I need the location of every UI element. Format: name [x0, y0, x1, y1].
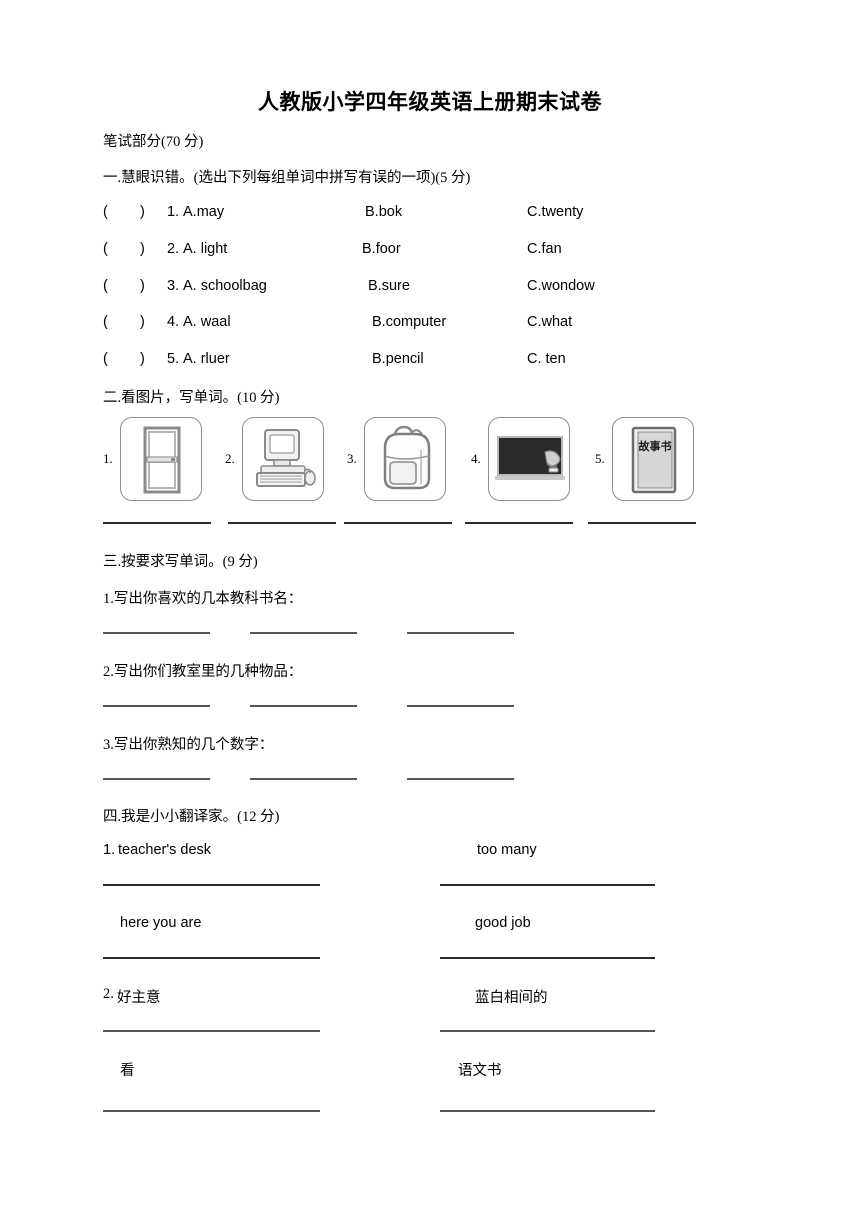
translate-term-good-idea: 好主意 [117, 990, 161, 1006]
blackboard-icon [495, 436, 565, 480]
translate-term-too-many: too many [477, 842, 537, 858]
mc-number-3: 3. [167, 278, 180, 294]
picture-item-5: 5. 故事书 [595, 415, 711, 505]
mc-option-b-1[interactable]: B.bok [365, 203, 402, 221]
picture-box-4 [488, 417, 570, 501]
translate-term-teachers-desk: teacher's desk [118, 842, 212, 858]
section-three-blank-3-1[interactable] [103, 778, 210, 780]
mc-number-5: 5. [167, 351, 180, 367]
translate-answer-blank-2[interactable] [440, 884, 655, 886]
mc-bracket-1[interactable]: ( ) [103, 203, 145, 221]
mc-option-a-4[interactable]: A. waal [183, 313, 231, 331]
page-title: 人教版小学四年级英语上册期末试卷 [258, 90, 602, 114]
mc-option-b-2[interactable]: B.foor [362, 240, 401, 258]
exam-paper-page: 人教版小学四年级英语上册期末试卷 笔试部分(70 分) 一.慧眼识错。(选出下列… [0, 0, 860, 1217]
picture-number-4: 4. [471, 451, 481, 466]
picture-box-3 [364, 417, 446, 501]
picture-box-1 [120, 417, 202, 501]
computer-icon [256, 429, 316, 487]
section-two-heading: 二.看图片，写单词。(10 分) [103, 390, 280, 406]
mc-number-4: 4. [167, 314, 180, 330]
schoolbag-icon [383, 425, 431, 490]
translate-term-chinese-book: 语文书 [458, 1063, 502, 1079]
section-three-blank-1-3[interactable] [407, 632, 514, 634]
section-three-blank-2-2[interactable] [250, 705, 357, 707]
mc-number-2: 2. [167, 241, 180, 257]
section-three-prompt-2: 2.写出你们教室里的几种物品： [103, 664, 303, 680]
mc-option-a-1[interactable]: A.may [183, 203, 224, 221]
picture-item-1: 1. [103, 415, 219, 505]
section-three-blank-1-2[interactable] [250, 632, 357, 634]
mc-option-b-4[interactable]: B.computer [372, 313, 446, 331]
translate-number-2: 2. [103, 986, 114, 1002]
translate-answer-blank-8[interactable] [440, 1110, 655, 1112]
picture-box-5: 故事书 [612, 417, 694, 501]
picture-item-2: 2. [225, 415, 341, 505]
translate-term-blue-and-white: 蓝白相间的 [475, 990, 548, 1006]
translate-term-here-you-are: here you are [120, 915, 202, 931]
mc-option-c-2[interactable]: C.fan [527, 240, 562, 258]
picture-number-1: 1. [103, 451, 113, 466]
picture-number-2: 2. [225, 451, 235, 466]
mc-option-c-4[interactable]: C.what [527, 313, 572, 331]
picture-number-3: 3. [347, 451, 357, 466]
section-three-blank-1-1[interactable] [103, 632, 210, 634]
mc-bracket-5[interactable]: ( ) [103, 350, 145, 368]
section-four-heading: 四.我是小小翻译家。(12 分) [103, 809, 280, 825]
picture-answer-blank-5[interactable] [588, 522, 696, 524]
picture-item-4: 4. [471, 415, 587, 505]
mc-option-c-3[interactable]: C.wondow [527, 277, 595, 295]
mc-option-a-5[interactable]: A. rluer [183, 350, 230, 368]
translate-number-1: 1. [103, 842, 116, 858]
picture-box-2 [242, 417, 324, 501]
translate-answer-blank-5[interactable] [103, 1030, 320, 1032]
mc-bracket-2[interactable]: ( ) [103, 240, 145, 258]
picture-answer-blank-3[interactable] [344, 522, 452, 524]
storybook-icon: 故事书 [631, 426, 677, 494]
section-three-prompt-3: 3.写出你熟知的几个数字： [103, 737, 274, 753]
picture-question-row: 1. 2. 3. 4. 5. 故事书 [103, 415, 723, 505]
section-three-blank-3-3[interactable] [407, 778, 514, 780]
section-three-blank-3-2[interactable] [250, 778, 357, 780]
translate-answer-blank-7[interactable] [103, 1110, 320, 1112]
mc-bracket-3[interactable]: ( ) [103, 277, 145, 295]
picture-answer-blank-4[interactable] [465, 522, 573, 524]
translate-term-good-job: good job [475, 915, 531, 931]
translate-answer-blank-4[interactable] [440, 957, 655, 959]
translate-answer-blank-6[interactable] [440, 1030, 655, 1032]
translate-answer-blank-3[interactable] [103, 957, 320, 959]
mc-option-c-5[interactable]: C. ten [527, 350, 566, 368]
picture-answer-blank-2[interactable] [228, 522, 336, 524]
translate-term-look: 看 [120, 1063, 135, 1079]
picture-answer-blank-1[interactable] [103, 522, 211, 524]
section-one-heading: 一.慧眼识错。(选出下列每组单词中拼写有误的一项)(5 分) [103, 170, 471, 186]
written-part-subtitle: 笔试部分(70 分) [103, 134, 204, 150]
mc-option-a-3[interactable]: A. schoolbag [183, 277, 267, 295]
section-three-blank-2-1[interactable] [103, 705, 210, 707]
picture-number-5: 5. [595, 451, 605, 466]
translate-answer-blank-1[interactable] [103, 884, 320, 886]
section-three-prompt-1: 1.写出你喜欢的几本教科书名： [103, 591, 303, 607]
section-three-heading: 三.按要求写单词。(9 分) [103, 554, 258, 570]
mc-number-1: 1. [167, 204, 180, 220]
mc-bracket-4[interactable]: ( ) [103, 313, 145, 331]
mc-option-b-5[interactable]: B.pencil [372, 350, 424, 368]
picture-item-3: 3. [347, 415, 463, 505]
storybook-cover-text: 故事书 [639, 439, 672, 453]
section-three-blank-2-3[interactable] [407, 705, 514, 707]
window-icon [143, 426, 181, 494]
mc-option-a-2[interactable]: A. light [183, 240, 227, 258]
mc-option-b-3[interactable]: B.sure [368, 277, 410, 295]
mc-option-c-1[interactable]: C.twenty [527, 203, 583, 221]
